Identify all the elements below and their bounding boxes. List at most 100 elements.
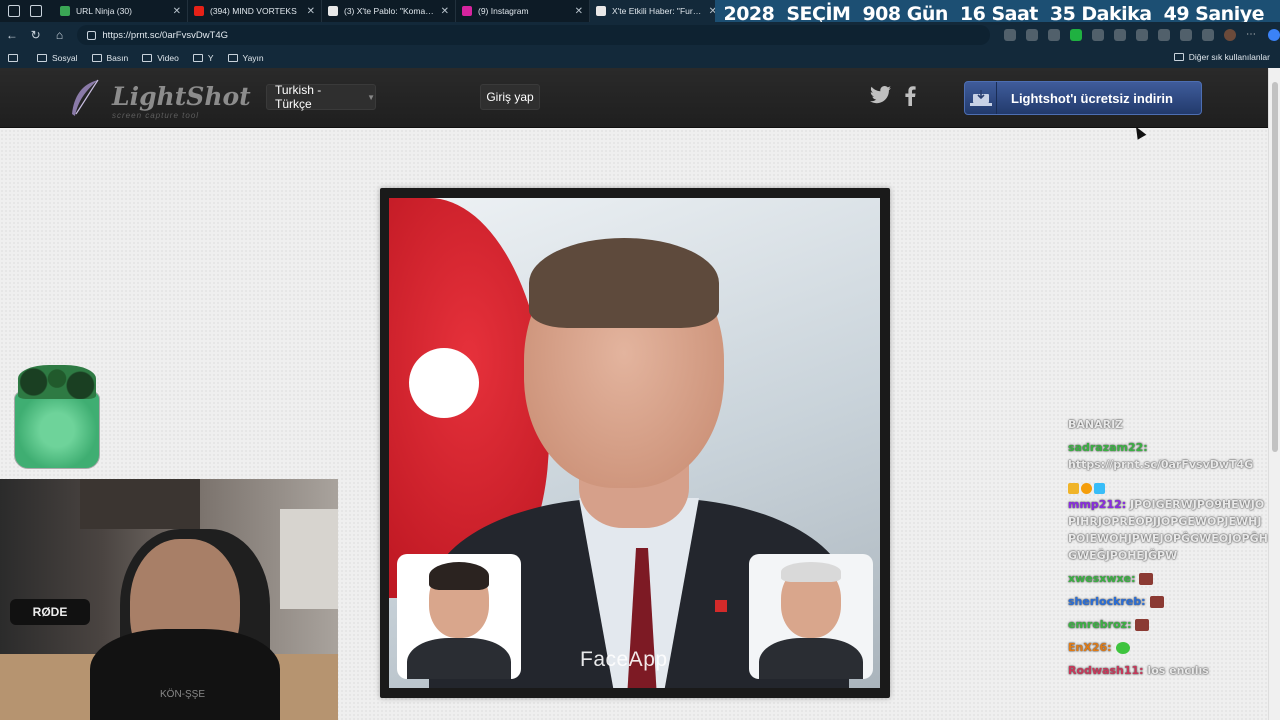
screenshot-image[interactable]: FaceApp — [389, 198, 880, 688]
chevron-down-icon: ▼ — [367, 92, 375, 102]
page-scrollbar[interactable] — [1268, 68, 1280, 720]
extension-icon[interactable] — [1003, 29, 1016, 41]
extension-icon[interactable] — [1201, 29, 1214, 41]
profile-avatar-icon[interactable] — [1223, 29, 1236, 41]
site-info-icon[interactable] — [87, 30, 97, 40]
folder-icon — [227, 54, 238, 62]
tab-close-icon[interactable]: ✕ — [441, 6, 449, 17]
home-icon[interactable]: ⌂ — [48, 28, 72, 42]
bookmark-folder[interactable]: Video — [142, 53, 179, 63]
bookmarks-bar: Sosyal Basın Video Y Yayın Diğer sık kul… — [0, 48, 1280, 68]
tab-close-icon[interactable]: ✕ — [307, 6, 315, 17]
screenshot-frame: FaceApp — [380, 188, 890, 698]
scrollbar-thumb[interactable] — [1272, 82, 1278, 452]
twitter-icon[interactable] — [870, 86, 892, 109]
stream-chat-overlay: BANARIZ sadrazam22: https://prnt.sc/0arF… — [1068, 416, 1268, 720]
tab-title: (9) Instagram — [478, 6, 529, 16]
login-button[interactable]: Giriş yap — [480, 84, 540, 110]
chat-message: mmp212: JPOIGERWJPO9HEWJOPIHRJOPREOPJJOP… — [1068, 479, 1268, 564]
chat-message: sadrazam22: https://prnt.sc/0arFvsvDwT4G — [1068, 439, 1268, 473]
bookmark-folder[interactable]: Basın — [91, 53, 128, 63]
bookmark-label: Y — [207, 53, 214, 63]
diamond-badge-icon — [1094, 482, 1105, 494]
webcam-shelf — [80, 479, 200, 529]
browser-tab[interactable]: (9) Instagram ✕ — [456, 0, 590, 22]
workspaces-icon[interactable] — [8, 5, 20, 17]
chat-message: sherlockreb: — [1068, 593, 1268, 610]
streamer-webcam: RØDE KÖN-ŞŞE — [0, 479, 338, 720]
folder-icon — [192, 54, 203, 62]
bookmark-label: Yayın — [242, 53, 264, 63]
language-select[interactable]: Turkish - Türkçe ▼ — [266, 83, 376, 111]
faceapp-watermark: FaceApp — [580, 648, 668, 671]
extension-icon[interactable] — [1113, 29, 1126, 41]
plant-overlay-widget — [14, 365, 100, 469]
tab-actions-icon[interactable] — [30, 5, 42, 17]
address-bar-row: ← ↻ ⌂ https://prnt.sc/0arFvsvDwT4G ⋯ — [0, 22, 1280, 48]
extension-icon[interactable] — [1047, 29, 1060, 41]
other-bookmarks-label: Diğer sık kullanılanlar — [1188, 52, 1270, 62]
bookmark-folder[interactable]: Yayın — [227, 53, 264, 63]
browser-tab[interactable]: URL Ninja (30) ✕ — [54, 0, 188, 22]
copilot-icon[interactable] — [1267, 29, 1280, 41]
lightshot-logo[interactable]: LightShot screen capture tool — [68, 76, 251, 120]
folder-icon — [91, 54, 102, 62]
chat-text: BANARIZ — [1068, 418, 1124, 431]
download-computer-icon — [965, 82, 997, 114]
download-lightshot-button[interactable]: Lightshot'ı ücretsiz indirin — [964, 81, 1202, 115]
browser-tab-active[interactable]: X'te Etkili Haber: "Furkan B ✕ — [590, 0, 724, 22]
extension-toolbar: ⋯ — [1003, 29, 1280, 41]
tab-favicon-icon — [328, 6, 338, 16]
url-input[interactable]: https://prnt.sc/0arFvsvDwT4G — [77, 25, 990, 45]
tab-title: X'te Etkili Haber: "Furkan B — [612, 6, 705, 16]
download-button-label: Lightshot'ı ücretsiz indirin — [1011, 90, 1173, 106]
feather-icon — [72, 79, 99, 116]
chat-message: emrebroz: — [1068, 616, 1268, 633]
lightshot-header: LightShot screen capture tool Turkish - … — [0, 68, 1268, 128]
folder-icon — [37, 54, 47, 62]
extension-icon[interactable] — [1157, 29, 1170, 41]
chat-username: EnX26: — [1068, 641, 1112, 654]
extension-icon[interactable] — [1069, 29, 1082, 41]
more-menu-icon[interactable]: ⋯ — [1246, 29, 1258, 41]
plant-leaves — [18, 365, 96, 399]
bookmark-sidebar-icon[interactable] — [8, 54, 23, 62]
chat-username: sherlockreb: — [1068, 595, 1146, 608]
hoodie-print: KÖN-ŞŞE — [160, 689, 206, 700]
back-icon[interactable]: ← — [0, 28, 24, 42]
inset-suit — [759, 638, 863, 679]
portrait-hair — [529, 238, 719, 328]
tab-favicon-icon — [60, 6, 70, 16]
microphone: RØDE — [10, 599, 90, 625]
emote-icon — [1115, 642, 1130, 654]
folder-icon — [142, 54, 153, 62]
chat-message: xwesxwxe: — [1068, 570, 1268, 587]
facebook-icon[interactable] — [904, 86, 916, 111]
language-select-value: Turkish - Türkçe — [275, 83, 322, 111]
browser-tab[interactable]: (3) X'te Pablo: "Komaya so ✕ — [322, 0, 456, 22]
extension-icon[interactable] — [1135, 29, 1148, 41]
tab-close-icon[interactable]: ✕ — [575, 6, 583, 17]
chat-username: mmp212: — [1068, 498, 1127, 511]
extension-icon[interactable] — [1179, 29, 1192, 41]
extension-icon[interactable] — [1025, 29, 1038, 41]
other-bookmarks-folder[interactable]: Diğer sık kullanılanlar — [1173, 52, 1270, 62]
tab-close-icon[interactable]: ✕ — [173, 6, 181, 17]
tab-title: URL Ninja (30) — [76, 6, 132, 16]
extension-icon[interactable] — [1091, 29, 1104, 41]
logo-tagline: screen capture tool — [112, 111, 200, 120]
emote-icon — [1149, 596, 1164, 608]
reload-icon[interactable]: ↻ — [24, 28, 48, 42]
bookmark-folder[interactable]: Sosyal — [37, 53, 78, 63]
chat-username: sadrazam22: — [1068, 441, 1148, 454]
inset-hair — [429, 562, 489, 590]
chat-message: BANARIZ — [1068, 416, 1268, 433]
gold-badge-icon — [1081, 482, 1092, 494]
browser-tab[interactable]: (394) MIND VORTEKS ✕ — [188, 0, 322, 22]
chat-text: los encılıs — [1147, 664, 1209, 677]
bookmark-folder[interactable]: Y — [192, 53, 214, 63]
emote-icon — [1139, 573, 1154, 585]
folder-icon — [1173, 53, 1184, 61]
chat-message: EnX26: — [1068, 639, 1268, 656]
plant-pot — [14, 391, 100, 469]
